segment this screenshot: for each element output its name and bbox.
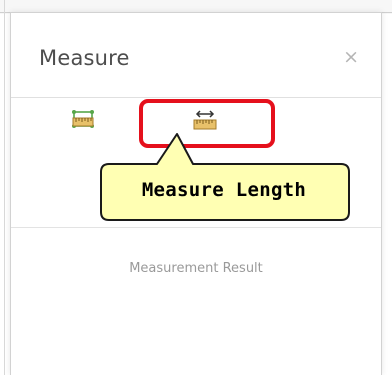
measure-area-button[interactable] [69,107,97,135]
tooltip-callout: Measure Length [99,133,350,221]
measure-panel: Measure × Measure Length Measurement Res… [10,12,382,375]
close-button[interactable]: × [343,47,359,67]
tooltip-text: Measure Length [141,179,307,201]
measure-area-icon [72,110,94,128]
panel-header: Measure × [11,13,381,98]
measurement-result-label: Measurement Result [129,261,263,276]
panel-title: Measure [39,46,130,70]
section-divider [11,227,381,228]
map-road-line [4,0,5,375]
